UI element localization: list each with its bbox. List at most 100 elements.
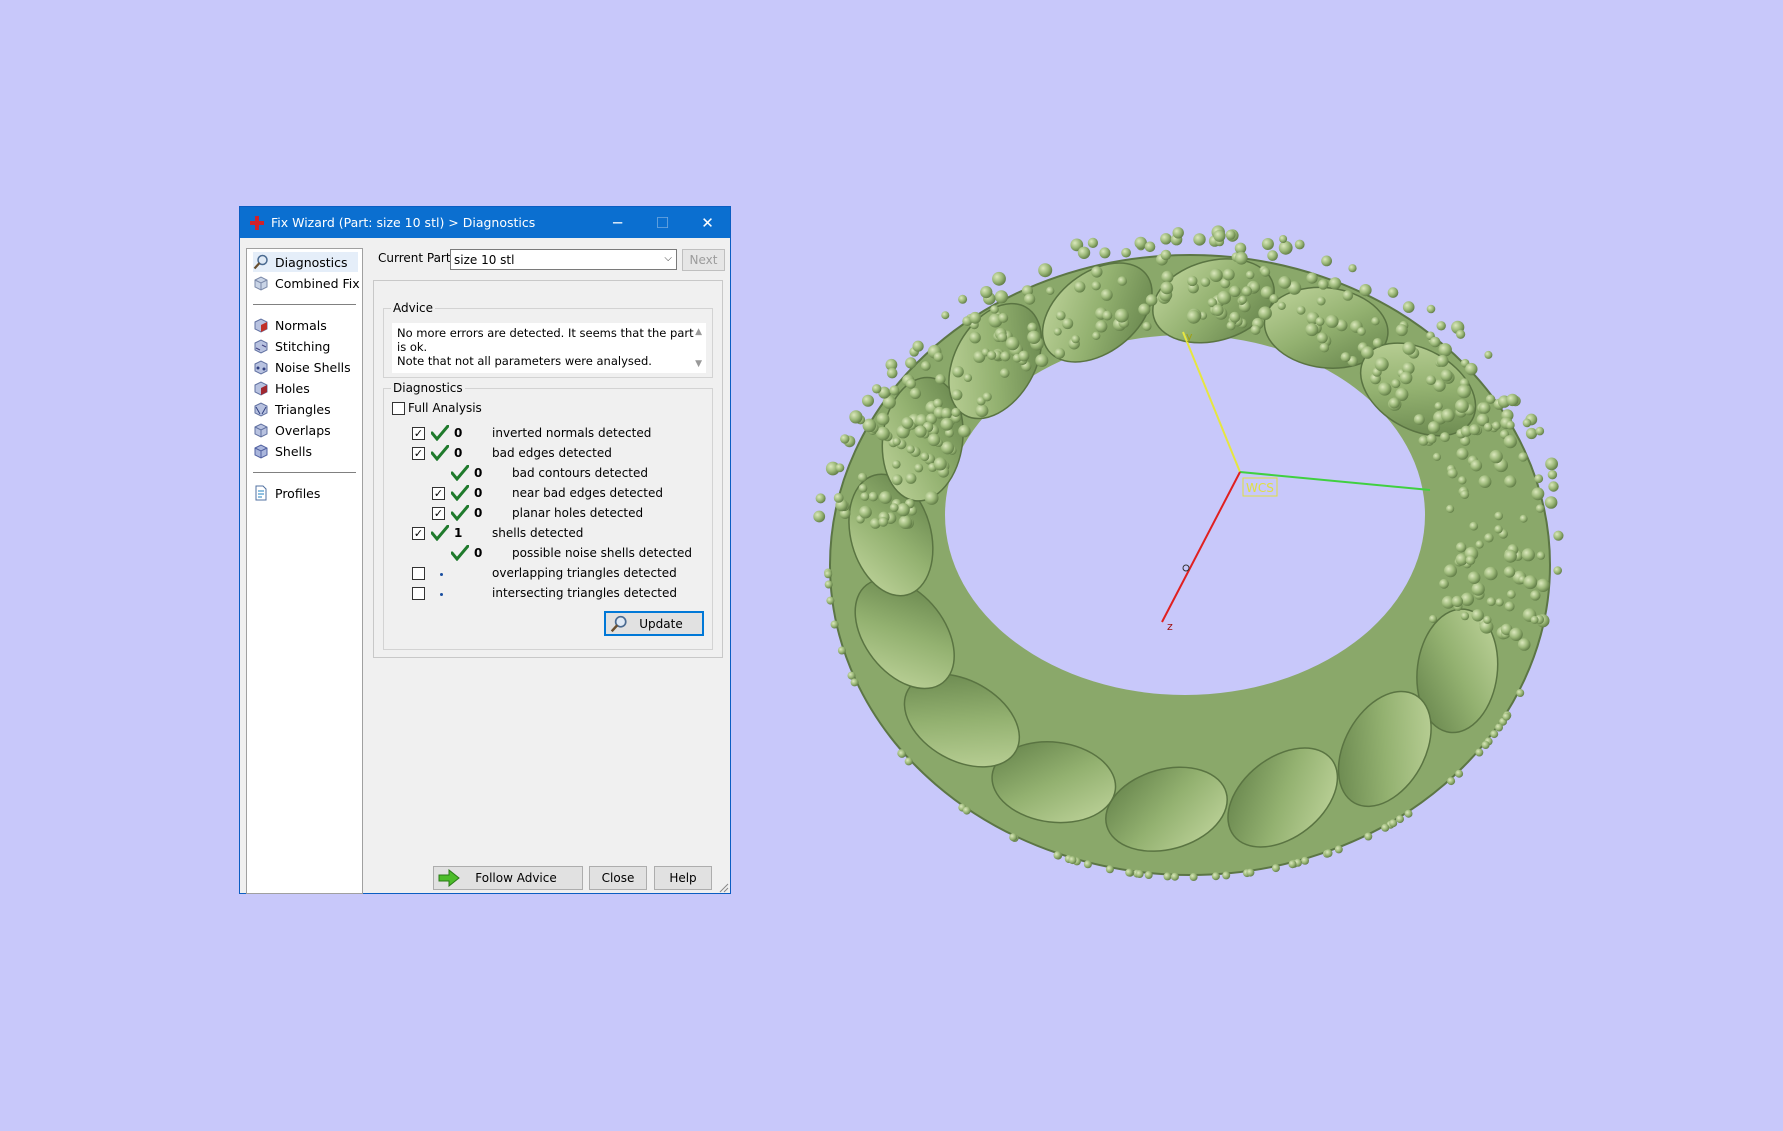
resize-grip-icon[interactable] — [719, 882, 729, 893]
diagnostic-label: bad edges detected — [492, 446, 612, 460]
bead — [1502, 712, 1511, 721]
bead — [1294, 239, 1305, 250]
triangles-cube-icon — [253, 401, 269, 417]
diagnostic-checkbox[interactable]: ✓ — [412, 527, 425, 540]
bead — [952, 366, 964, 378]
bead — [1426, 304, 1436, 314]
bead — [1296, 305, 1306, 315]
bead — [849, 410, 863, 424]
nav-item-diagnostics[interactable]: Diagnostics — [253, 252, 358, 272]
bead — [847, 671, 856, 680]
advice-group: Advice No more errors are detected. It s… — [383, 301, 713, 378]
scroll-down-icon[interactable]: ▼ — [695, 357, 702, 371]
bead — [1381, 823, 1390, 832]
scroll-up-icon[interactable]: ▲ — [695, 325, 702, 339]
nav-item-triangles[interactable]: Triangles — [253, 399, 331, 419]
bead — [1436, 354, 1449, 367]
diagnostic-checkbox[interactable] — [412, 567, 425, 580]
bead — [1506, 393, 1519, 407]
bead — [1186, 309, 1201, 324]
bead — [1465, 555, 1476, 565]
diagnostics-title: Diagnostics — [391, 381, 465, 395]
bead — [901, 416, 914, 429]
help-button[interactable]: Help — [654, 866, 712, 890]
bead — [1506, 589, 1516, 599]
bead — [933, 457, 947, 471]
update-label: Update — [639, 616, 683, 631]
3d-viewport[interactable]: z y WCS — [790, 210, 1590, 930]
bead — [1319, 342, 1330, 353]
bead — [999, 368, 1010, 378]
bead — [940, 407, 952, 419]
nav-item-profiles[interactable]: Profiles — [253, 483, 320, 503]
diagnostic-checkbox[interactable]: ✓ — [412, 427, 425, 440]
bead — [1519, 514, 1528, 523]
bead — [1495, 598, 1504, 607]
next-button[interactable]: Next — [682, 249, 725, 271]
bead — [1117, 276, 1127, 286]
diagnostic-checkbox[interactable] — [412, 587, 425, 600]
bead — [1316, 296, 1326, 306]
close-button[interactable]: Close — [589, 866, 647, 890]
bead — [892, 437, 901, 446]
bead — [1138, 303, 1151, 316]
bead — [1483, 422, 1493, 432]
minimize-icon[interactable]: ─ — [595, 207, 640, 238]
title-bar[interactable]: Fix Wizard (Part: size 10 stl) > Diagnos… — [240, 207, 730, 238]
bead — [1035, 354, 1049, 367]
checkmark-icon — [450, 464, 470, 482]
bead — [1467, 571, 1481, 584]
bead — [1046, 286, 1055, 295]
nav-item-holes[interactable]: Holes — [253, 378, 310, 398]
nav-label-profiles: Profiles — [275, 485, 321, 501]
bead — [1495, 723, 1503, 732]
bead — [1334, 845, 1343, 854]
bead — [1471, 609, 1484, 622]
nav-item-stitching[interactable]: Stitching — [253, 336, 330, 356]
bead — [941, 311, 950, 320]
bead — [897, 749, 906, 758]
diagnostic-checkbox[interactable]: ✓ — [432, 487, 445, 500]
bead — [1402, 301, 1415, 313]
nav-item-normals[interactable]: Normals — [253, 315, 327, 335]
bead — [1121, 247, 1131, 258]
bead — [1092, 331, 1101, 340]
bead — [1534, 474, 1544, 484]
bead — [1359, 284, 1372, 297]
follow-advice-label: Follow Advice — [475, 871, 557, 885]
bead — [1485, 394, 1496, 404]
follow-advice-button[interactable]: Follow Advice — [433, 866, 583, 890]
bead — [1212, 304, 1224, 316]
close-icon[interactable]: ✕ — [685, 207, 730, 238]
bead — [1455, 769, 1464, 778]
current-part-dropdown[interactable]: size 10 stl ⌵ — [450, 249, 677, 270]
bead — [1229, 311, 1241, 323]
bead — [1102, 310, 1113, 321]
nav-item-combined-fix[interactable]: Combined Fix — [253, 273, 360, 293]
bead — [1521, 548, 1535, 562]
bead — [905, 357, 917, 369]
bead — [958, 424, 971, 438]
bead — [837, 646, 846, 655]
bead — [1277, 301, 1286, 310]
bead — [1170, 872, 1179, 881]
nav-item-noise-shells[interactable]: Noise Shells — [253, 357, 351, 377]
bead — [1460, 592, 1474, 606]
update-button[interactable]: Update — [604, 611, 704, 636]
nav-label-combined-fix: Combined Fix — [275, 275, 360, 291]
diagnostic-label: bad contours detected — [512, 466, 648, 480]
bead — [951, 407, 961, 417]
bead — [1348, 264, 1357, 273]
bead — [1530, 615, 1539, 624]
bead — [892, 460, 901, 469]
nav-item-overlaps[interactable]: Overlaps — [253, 420, 331, 440]
diagnostic-checkbox[interactable]: ✓ — [412, 447, 425, 460]
bead — [1484, 566, 1498, 581]
diagnostic-checkbox[interactable]: ✓ — [432, 507, 445, 520]
bead — [830, 620, 839, 629]
full-analysis-checkbox[interactable] — [392, 402, 405, 415]
window-title: Fix Wizard (Part: size 10 stl) > Diagnos… — [271, 215, 536, 230]
nav-item-shells[interactable]: Shells — [253, 441, 312, 461]
bead — [920, 361, 931, 371]
bead — [1329, 277, 1342, 290]
